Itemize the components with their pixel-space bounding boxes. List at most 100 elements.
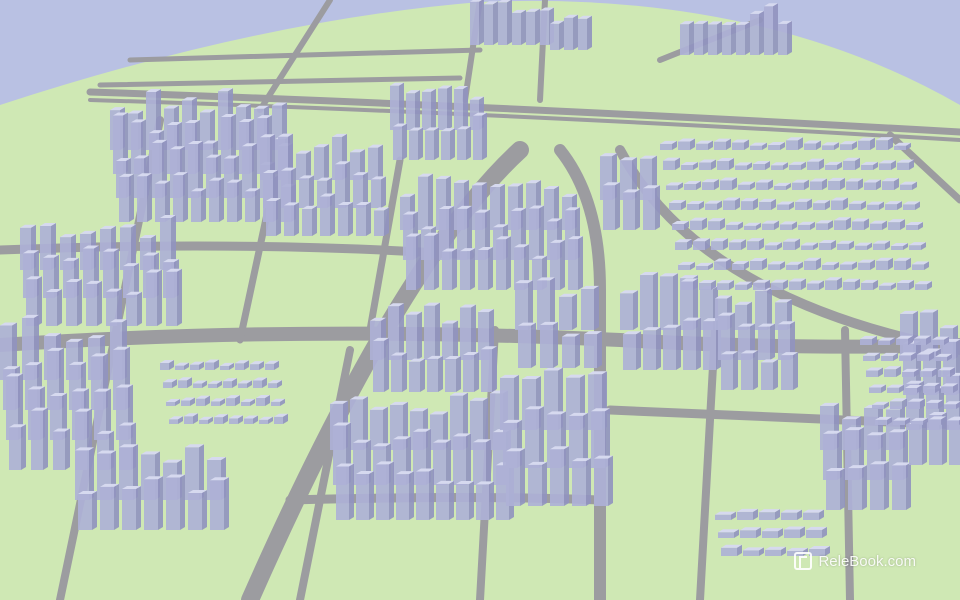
building — [388, 303, 404, 360]
building — [515, 280, 533, 330]
building — [715, 511, 736, 520]
building — [852, 218, 869, 230]
building — [456, 480, 474, 520]
building — [721, 544, 742, 556]
building — [476, 481, 494, 520]
building — [31, 407, 48, 470]
building — [732, 139, 749, 150]
city-scene — [0, 0, 960, 600]
building — [858, 137, 875, 150]
building — [406, 90, 420, 130]
building — [680, 21, 694, 55]
building — [584, 331, 602, 368]
building — [699, 279, 716, 290]
building — [740, 527, 761, 538]
building — [810, 178, 827, 190]
building — [424, 232, 439, 290]
building — [281, 167, 296, 208]
building — [191, 188, 206, 222]
building — [137, 173, 152, 222]
building — [807, 158, 824, 170]
building — [144, 476, 163, 530]
building — [759, 198, 776, 210]
building — [884, 366, 901, 377]
building — [640, 272, 658, 330]
building — [758, 323, 775, 360]
building — [699, 159, 716, 170]
building — [660, 273, 678, 330]
building — [9, 424, 26, 470]
building — [876, 137, 893, 150]
building — [559, 293, 577, 330]
building — [406, 311, 422, 360]
building — [897, 159, 914, 170]
building — [78, 490, 97, 530]
building — [581, 285, 599, 330]
building — [693, 238, 710, 250]
building — [454, 86, 468, 130]
relebook-logo-icon — [794, 552, 813, 570]
building — [441, 128, 455, 160]
building — [436, 480, 454, 520]
building — [848, 465, 867, 510]
watermark-text: ReleBook.com — [818, 552, 916, 570]
building — [708, 218, 725, 230]
building — [525, 406, 544, 468]
building — [473, 439, 491, 485]
building — [376, 461, 394, 520]
building — [320, 193, 335, 236]
building — [702, 179, 719, 190]
building — [284, 202, 299, 236]
building — [540, 321, 558, 368]
building — [771, 279, 788, 290]
building — [882, 178, 899, 190]
building — [409, 358, 425, 392]
building — [568, 236, 583, 290]
building — [623, 189, 640, 230]
building — [781, 352, 798, 390]
building — [834, 217, 851, 230]
building — [146, 269, 162, 326]
building — [781, 509, 802, 520]
building — [717, 280, 734, 290]
building — [663, 324, 681, 370]
building — [690, 217, 707, 230]
building — [266, 198, 281, 236]
building — [729, 239, 746, 250]
building — [741, 198, 758, 210]
building — [528, 461, 547, 506]
building — [786, 137, 803, 150]
building — [371, 176, 386, 208]
building — [409, 127, 423, 160]
building — [663, 157, 680, 170]
building — [755, 287, 772, 330]
building — [406, 233, 421, 290]
building — [422, 88, 436, 130]
building — [764, 3, 778, 56]
building — [209, 177, 224, 222]
building — [825, 277, 842, 290]
building — [529, 205, 544, 260]
building — [338, 201, 353, 236]
building — [831, 197, 848, 210]
building — [453, 433, 471, 485]
building — [460, 304, 476, 360]
building — [761, 359, 778, 390]
building — [795, 198, 812, 210]
building — [743, 547, 764, 556]
building — [418, 173, 433, 230]
building — [166, 474, 185, 530]
building — [721, 351, 738, 390]
building — [819, 239, 836, 250]
building — [490, 184, 505, 230]
building — [393, 123, 407, 160]
building — [813, 200, 830, 210]
building — [603, 182, 620, 230]
building — [714, 138, 731, 150]
building — [923, 382, 940, 393]
building — [373, 337, 389, 392]
building — [894, 257, 911, 270]
building — [717, 158, 734, 170]
building — [876, 257, 893, 270]
building — [765, 546, 786, 556]
